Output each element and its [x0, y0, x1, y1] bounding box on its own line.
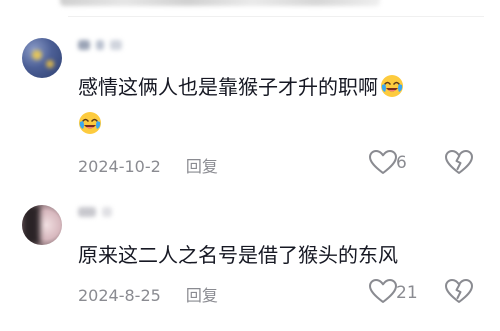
like-count: 21 [396, 283, 418, 303]
avatar[interactable] [22, 205, 62, 245]
username-blurred[interactable] [78, 38, 142, 52]
comment-meta: 2024-8-25 回复 [78, 282, 218, 306]
comment-meta: 2024-10-2 回复 [78, 153, 218, 177]
reply-button[interactable]: 回复 [186, 157, 218, 176]
like-count: 6 [396, 153, 407, 173]
previous-comment-cutoff [0, 0, 500, 12]
comment-text-continuation [78, 111, 102, 137]
previous-comment-blurred-text [60, 0, 380, 6]
broken-heart-icon[interactable] [444, 278, 474, 304]
divider [68, 16, 484, 17]
crying-laughing-emoji-icon [381, 75, 403, 97]
crying-laughing-emoji-icon [79, 112, 101, 134]
avatar[interactable] [22, 38, 62, 78]
comment-date: 2024-10-2 [78, 157, 161, 176]
heart-icon[interactable] [368, 149, 398, 175]
reply-button[interactable]: 回复 [186, 286, 218, 305]
comment-text: 原来这二人之名号是借了猴头的东风 [78, 243, 398, 267]
broken-heart-icon[interactable] [444, 149, 474, 175]
username-blurred[interactable] [78, 205, 142, 219]
heart-icon[interactable] [368, 278, 398, 304]
comment-date: 2024-8-25 [78, 286, 161, 305]
comment-text: 感情这俩人也是靠猴子才升的职啊 [78, 74, 404, 100]
